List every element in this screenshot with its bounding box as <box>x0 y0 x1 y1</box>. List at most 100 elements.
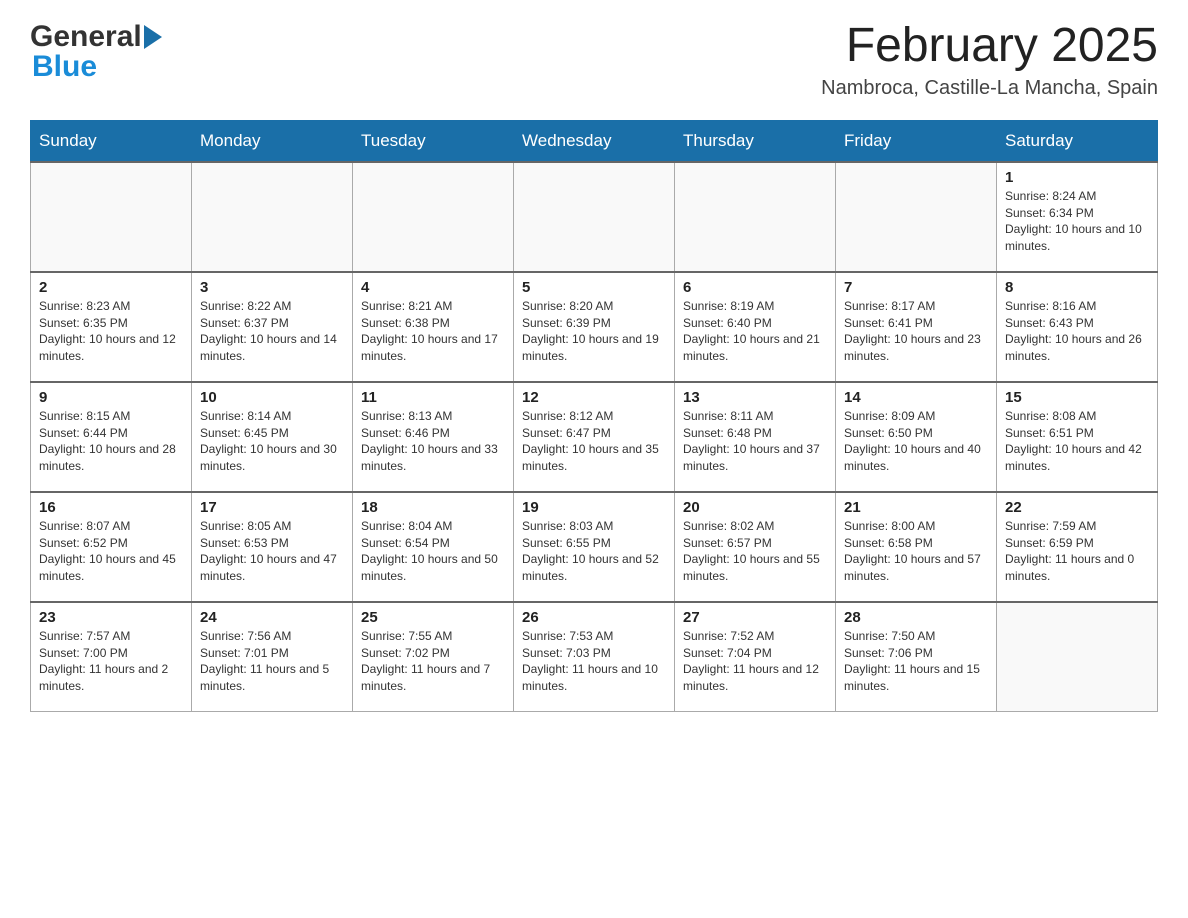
table-row: 28 Sunrise: 7:50 AM Sunset: 7:06 PM Dayli… <box>836 602 997 712</box>
day-number: 8 <box>1005 279 1149 296</box>
day-number: 19 <box>522 499 666 516</box>
day-info: Sunrise: 8:17 AM Sunset: 6:41 PM Dayligh… <box>844 298 988 365</box>
day-info: Sunrise: 8:23 AM Sunset: 6:35 PM Dayligh… <box>39 298 183 365</box>
day-info: Sunrise: 8:08 AM Sunset: 6:51 PM Dayligh… <box>1005 408 1149 475</box>
day-info: Sunrise: 8:11 AM Sunset: 6:48 PM Dayligh… <box>683 408 827 475</box>
table-row: 27 Sunrise: 7:52 AM Sunset: 7:04 PM Dayli… <box>675 602 836 712</box>
table-row: 6 Sunrise: 8:19 AM Sunset: 6:40 PM Daylig… <box>675 272 836 382</box>
table-row: 25 Sunrise: 7:55 AM Sunset: 7:02 PM Dayli… <box>353 602 514 712</box>
logo-blue-text: Blue <box>30 50 164 84</box>
day-info: Sunrise: 7:55 AM Sunset: 7:02 PM Dayligh… <box>361 628 505 695</box>
col-tuesday: Tuesday <box>353 120 514 162</box>
day-number: 14 <box>844 389 988 406</box>
table-row: 13 Sunrise: 8:11 AM Sunset: 6:48 PM Dayli… <box>675 382 836 492</box>
week-row: 16 Sunrise: 8:07 AM Sunset: 6:52 PM Dayli… <box>31 492 1158 602</box>
day-info: Sunrise: 8:16 AM Sunset: 6:43 PM Dayligh… <box>1005 298 1149 365</box>
week-row: 1 Sunrise: 8:24 AM Sunset: 6:34 PM Daylig… <box>31 162 1158 272</box>
day-number: 10 <box>200 389 344 406</box>
table-row: 20Sunrise: 8:02 AM Sunset: 6:57 PM Dayli… <box>675 492 836 602</box>
day-number: 15 <box>1005 389 1149 406</box>
day-number: 2 <box>39 279 183 296</box>
day-number: 9 <box>39 389 183 406</box>
table-row <box>31 162 192 272</box>
day-info: Sunrise: 8:13 AM Sunset: 6:46 PM Dayligh… <box>361 408 505 475</box>
table-row: 7 Sunrise: 8:17 AM Sunset: 6:41 PM Daylig… <box>836 272 997 382</box>
day-number: 18 <box>361 499 505 516</box>
table-row <box>514 162 675 272</box>
day-info: Sunrise: 8:19 AM Sunset: 6:40 PM Dayligh… <box>683 298 827 365</box>
table-row: 24Sunrise: 7:56 AM Sunset: 7:01 PM Dayli… <box>192 602 353 712</box>
logo: General Blue <box>30 20 164 84</box>
table-row: 3Sunrise: 8:22 AM Sunset: 6:37 PM Daylig… <box>192 272 353 382</box>
page-header: General Blue February 2025 Nambroca, Cas… <box>30 20 1158 100</box>
title-area: February 2025 Nambroca, Castille-La Manc… <box>821 20 1158 100</box>
day-info: Sunrise: 8:22 AM Sunset: 6:37 PM Dayligh… <box>200 298 344 365</box>
table-row: 11 Sunrise: 8:13 AM Sunset: 6:46 PM Dayli… <box>353 382 514 492</box>
table-row: 23 Sunrise: 7:57 AM Sunset: 7:00 PM Dayli… <box>31 602 192 712</box>
table-row: 4 Sunrise: 8:21 AM Sunset: 6:38 PM Daylig… <box>353 272 514 382</box>
day-info: Sunrise: 7:59 AM Sunset: 6:59 PM Dayligh… <box>1005 518 1149 585</box>
location-text: Nambroca, Castille-La Mancha, Spain <box>821 77 1158 100</box>
table-row <box>675 162 836 272</box>
table-row: 5 Sunrise: 8:20 AM Sunset: 6:39 PM Daylig… <box>514 272 675 382</box>
day-number: 4 <box>361 279 505 296</box>
table-row: 26 Sunrise: 7:53 AM Sunset: 7:03 PM Dayli… <box>514 602 675 712</box>
table-row: 14 Sunrise: 8:09 AM Sunset: 6:50 PM Dayli… <box>836 382 997 492</box>
table-row: 1 Sunrise: 8:24 AM Sunset: 6:34 PM Daylig… <box>997 162 1158 272</box>
day-info: Sunrise: 8:09 AM Sunset: 6:50 PM Dayligh… <box>844 408 988 475</box>
day-info: Sunrise: 8:15 AM Sunset: 6:44 PM Dayligh… <box>39 408 183 475</box>
day-info: Sunrise: 7:52 AM Sunset: 7:04 PM Dayligh… <box>683 628 827 695</box>
day-number: 25 <box>361 609 505 626</box>
logo-arrow-icon <box>144 25 162 49</box>
table-row <box>836 162 997 272</box>
day-info: Sunrise: 7:50 AM Sunset: 7:06 PM Dayligh… <box>844 628 988 695</box>
day-number: 12 <box>522 389 666 406</box>
day-number: 23 <box>39 609 183 626</box>
day-info: Sunrise: 8:20 AM Sunset: 6:39 PM Dayligh… <box>522 298 666 365</box>
day-info: Sunrise: 8:24 AM Sunset: 6:34 PM Dayligh… <box>1005 188 1149 255</box>
table-row: 18 Sunrise: 8:04 AM Sunset: 6:54 PM Dayli… <box>353 492 514 602</box>
month-title: February 2025 <box>821 20 1158 73</box>
week-row: 9 Sunrise: 8:15 AM Sunset: 6:44 PM Daylig… <box>31 382 1158 492</box>
col-friday: Friday <box>836 120 997 162</box>
day-info: Sunrise: 8:12 AM Sunset: 6:47 PM Dayligh… <box>522 408 666 475</box>
table-row: 10 Sunrise: 8:14 AM Sunset: 6:45 PM Dayli… <box>192 382 353 492</box>
day-number: 1 <box>1005 169 1149 186</box>
day-info: Sunrise: 8:00 AM Sunset: 6:58 PM Dayligh… <box>844 518 988 585</box>
table-row <box>353 162 514 272</box>
day-info: Sunrise: 8:04 AM Sunset: 6:54 PM Dayligh… <box>361 518 505 585</box>
table-row: 17Sunrise: 8:05 AM Sunset: 6:53 PM Dayli… <box>192 492 353 602</box>
col-thursday: Thursday <box>675 120 836 162</box>
day-number: 7 <box>844 279 988 296</box>
day-number: 28 <box>844 609 988 626</box>
day-info: Sunrise: 8:03 AM Sunset: 6:55 PM Dayligh… <box>522 518 666 585</box>
calendar-header-row: Sunday Monday Tuesday Wednesday Thursday… <box>31 120 1158 162</box>
table-row: 15 Sunrise: 8:08 AM Sunset: 6:51 PM Dayli… <box>997 382 1158 492</box>
day-number: 11 <box>361 389 505 406</box>
week-row: 23 Sunrise: 7:57 AM Sunset: 7:00 PM Dayli… <box>31 602 1158 712</box>
week-row: 2 Sunrise: 8:23 AM Sunset: 6:35 PM Daylig… <box>31 272 1158 382</box>
day-number: 21 <box>844 499 988 516</box>
day-number: 6 <box>683 279 827 296</box>
day-number: 26 <box>522 609 666 626</box>
day-number: 24 <box>200 609 344 626</box>
col-saturday: Saturday <box>997 120 1158 162</box>
day-number: 17 <box>200 499 344 516</box>
day-number: 22 <box>1005 499 1149 516</box>
day-number: 5 <box>522 279 666 296</box>
day-number: 20 <box>683 499 827 516</box>
day-info: Sunrise: 7:53 AM Sunset: 7:03 PM Dayligh… <box>522 628 666 695</box>
day-number: 13 <box>683 389 827 406</box>
day-number: 16 <box>39 499 183 516</box>
table-row: 21 Sunrise: 8:00 AM Sunset: 6:58 PM Dayli… <box>836 492 997 602</box>
table-row <box>192 162 353 272</box>
day-info: Sunrise: 8:07 AM Sunset: 6:52 PM Dayligh… <box>39 518 183 585</box>
col-wednesday: Wednesday <box>514 120 675 162</box>
table-row <box>997 602 1158 712</box>
col-sunday: Sunday <box>31 120 192 162</box>
day-number: 27 <box>683 609 827 626</box>
table-row: 9 Sunrise: 8:15 AM Sunset: 6:44 PM Daylig… <box>31 382 192 492</box>
day-info: Sunrise: 8:14 AM Sunset: 6:45 PM Dayligh… <box>200 408 344 475</box>
day-info: Sunrise: 7:57 AM Sunset: 7:00 PM Dayligh… <box>39 628 183 695</box>
day-info: Sunrise: 8:21 AM Sunset: 6:38 PM Dayligh… <box>361 298 505 365</box>
